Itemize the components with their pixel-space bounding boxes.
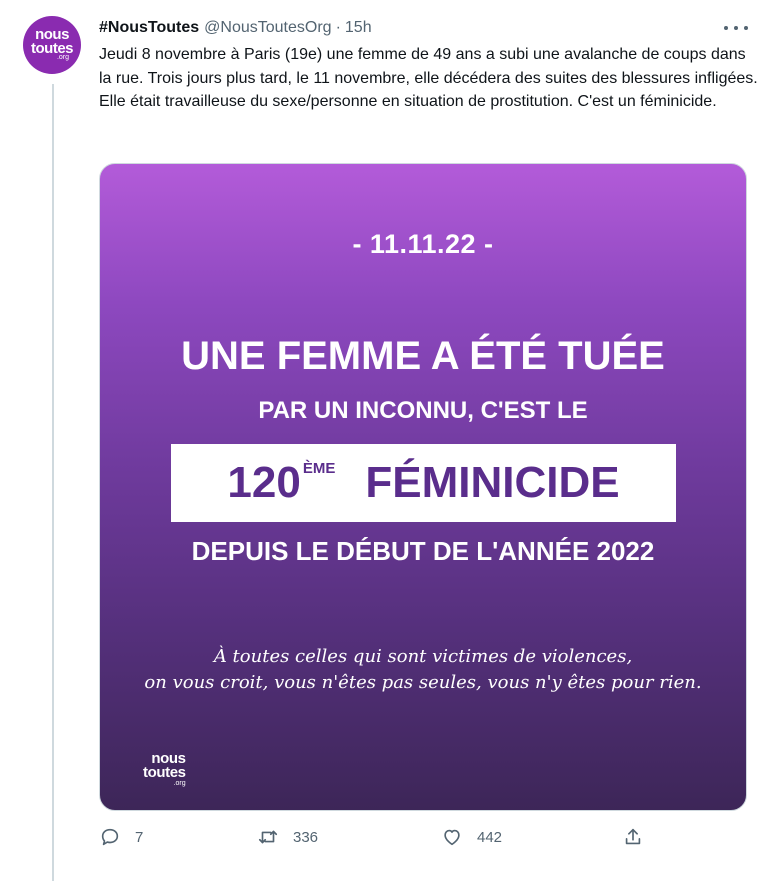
like-count: 442 xyxy=(477,828,503,846)
author-handle[interactable]: @NousToutesOrg xyxy=(204,19,331,37)
tweet-header: #NousToutes @NousToutesOrg · 15h xyxy=(99,17,748,39)
reply-icon xyxy=(101,828,119,846)
nous-toutes-logo: nous toutes .org xyxy=(143,751,186,787)
media-quote: À toutes celles qui sont victimes de vio… xyxy=(100,644,746,696)
tweet-timestamp[interactable]: 15h xyxy=(345,19,372,37)
media-date: - 11.11.22 - xyxy=(352,229,494,259)
reply-count: 7 xyxy=(135,828,144,846)
thread-line xyxy=(52,84,54,881)
reply-button[interactable]: 7 xyxy=(99,826,143,848)
media-headline-3: DEPUIS LE DÉBUT DE L'ANNÉE 2022 xyxy=(191,536,655,566)
share-button[interactable] xyxy=(622,826,644,848)
heart-icon xyxy=(444,829,460,846)
logo-text-toutes: toutes xyxy=(143,764,186,782)
feminicide-count: 120 xyxy=(227,458,301,507)
share-icon xyxy=(625,828,641,845)
media-quote-line-2: on vous croit, vous n'êtes pas seules, v… xyxy=(144,672,702,693)
media-quote-line-1: À toutes celles qui sont victimes de vio… xyxy=(213,646,633,667)
tweet-media-image[interactable]: - 11.11.22 - UNE FEMME A ÉTÉ TUÉE PAR UN… xyxy=(99,163,747,811)
tweet-actions: 7 336 442 xyxy=(99,826,659,854)
separator-dot: · xyxy=(335,19,341,36)
more-options-icon[interactable] xyxy=(724,20,748,36)
avatar-text-org: .org xyxy=(56,54,69,62)
feminicide-count-suffix: ÈME xyxy=(302,460,336,477)
retweet-icon xyxy=(258,830,278,844)
like-button[interactable]: 442 xyxy=(441,826,502,848)
retweet-button[interactable]: 336 xyxy=(257,826,318,848)
media-highlight-box: 120 ÈME FÉMINICIDE xyxy=(171,444,676,522)
avatar[interactable]: nous toutes .org xyxy=(23,16,81,74)
media-headline-1: UNE FEMME A ÉTÉ TUÉE xyxy=(181,334,665,378)
author-name[interactable]: #NousToutes xyxy=(99,19,199,37)
feminicide-word: FÉMINICIDE xyxy=(365,458,620,507)
media-headline-2: PAR UN INCONNU, C'EST LE xyxy=(258,397,588,424)
retweet-count: 336 xyxy=(293,828,319,846)
tweet-text: Jeudi 8 novembre à Paris (19e) une femme… xyxy=(99,46,758,110)
avatar-text-toutes: toutes xyxy=(31,39,74,57)
logo-text-org: .org xyxy=(173,779,186,787)
